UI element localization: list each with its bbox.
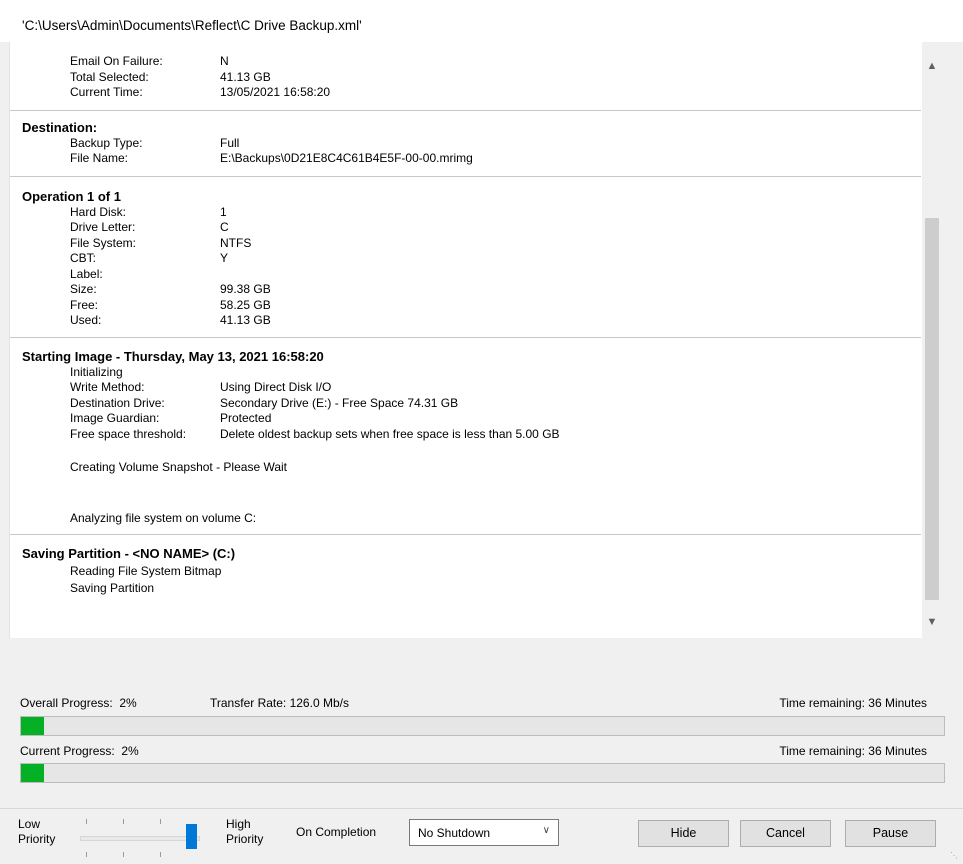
log-line: Analyzing file system on volume C: — [70, 510, 257, 525]
overall-time-remaining: Time remaining: 36 Minutes — [779, 696, 927, 710]
slider-thumb[interactable] — [186, 824, 197, 849]
slider-tick — [86, 819, 87, 824]
current-progress-fill — [21, 764, 45, 782]
log-row: Free space threshold: Delete oldest backu… — [70, 426, 560, 441]
slider-tick — [160, 852, 161, 857]
pause-button[interactable]: Pause — [845, 820, 936, 847]
cancel-button[interactable]: Cancel — [740, 820, 831, 847]
overall-progress-label: Overall Progress: 2% — [20, 696, 137, 710]
completion-value: No Shutdown — [418, 826, 491, 840]
slider-track — [80, 836, 200, 841]
log-row: Current Time: 13/05/2021 16:58:20 — [70, 85, 331, 99]
slider-tick — [123, 852, 124, 857]
low-priority-label: Low Priority — [18, 817, 56, 846]
log-row: Write Method: Using Direct Disk I/O — [70, 380, 332, 394]
scroll-down-icon[interactable]: ▼ — [922, 612, 942, 632]
title-bar: 'C:\Users\Admin\Documents\Reflect\C Driv… — [0, 0, 963, 42]
on-completion-label: On Completion — [296, 825, 377, 839]
slider-tick — [160, 819, 161, 824]
log-row: File Name: E:\Backups\0D21E8C4C61B4E5F-00… — [70, 151, 473, 165]
scroll-thumb[interactable] — [925, 218, 939, 600]
high-priority-label: High Priority — [226, 817, 264, 846]
log-row: Label: — [70, 266, 103, 281]
starting-image-heading: Starting Image - Thursday, May 13, 2021 … — [22, 348, 324, 364]
log-line: Reading File System Bitmap — [70, 564, 222, 578]
completion-dropdown[interactable]: No Shutdown ∨ — [409, 819, 559, 846]
destination-heading: Destination: — [22, 119, 98, 135]
chevron-down-icon: ∨ — [542, 825, 550, 836]
log-row: Used: 41.13 GB — [70, 313, 271, 327]
scroll-up-icon[interactable]: ▲ — [922, 56, 942, 76]
overall-progress-fill — [21, 717, 45, 735]
log-line: Saving Partition — [70, 581, 155, 595]
hide-button[interactable]: Hide — [638, 820, 729, 847]
slider-tick — [123, 819, 124, 824]
overall-progress-bar — [20, 716, 945, 736]
current-time-remaining: Time remaining: 36 Minutes — [779, 744, 927, 758]
progress-area: Overall Progress: 2% Transfer Rate: 126.… — [0, 638, 963, 808]
log-line: Initializing — [70, 364, 123, 379]
log-row: Free: 58.25 GB — [70, 297, 271, 312]
log-line: Creating Volume Snapshot - Please Wait — [70, 460, 288, 474]
log-row: Image Guardian: Protected — [70, 411, 272, 425]
slider-tick — [86, 852, 87, 857]
log-row: File System: NTFS — [70, 235, 252, 250]
window-title: 'C:\Users\Admin\Documents\Reflect\C Driv… — [22, 18, 362, 33]
log-row: Hard Disk: 1 — [70, 204, 227, 219]
log-row: Backup Type: Full — [70, 135, 240, 150]
log-row: CBT: Y — [70, 251, 229, 265]
current-progress-bar — [20, 763, 945, 783]
operation-heading: Operation 1 of 1 — [22, 188, 121, 204]
bottom-bar: Low Priority High Priority On Completion… — [0, 808, 963, 864]
current-progress-label: Current Progress: 2% — [20, 744, 139, 758]
saving-partition-heading: Saving Partition - <NO NAME> (C:) — [22, 546, 236, 561]
log-row: Destination Drive: Secondary Drive (E:) -… — [70, 395, 459, 410]
transfer-rate: Transfer Rate: 126.0 Mb/s — [210, 696, 349, 710]
log-row: Total Selected: 41.13 GB — [70, 69, 271, 84]
vertical-scrollbar[interactable]: ▲ ▼ — [922, 42, 942, 638]
log-content: Email On Failure: N Total Selected: 41.13 … — [10, 42, 921, 597]
resize-grip-icon[interactable]: ⋱ — [950, 851, 960, 861]
log-row: Email On Failure: N — [70, 54, 229, 68]
log-panel[interactable]: Email On Failure: N Total Selected: 41.13 … — [9, 42, 942, 638]
priority-slider[interactable] — [70, 819, 210, 859]
log-row: Size: 99.38 GB — [70, 282, 271, 296]
log-row: Drive Letter: C — [70, 220, 229, 234]
